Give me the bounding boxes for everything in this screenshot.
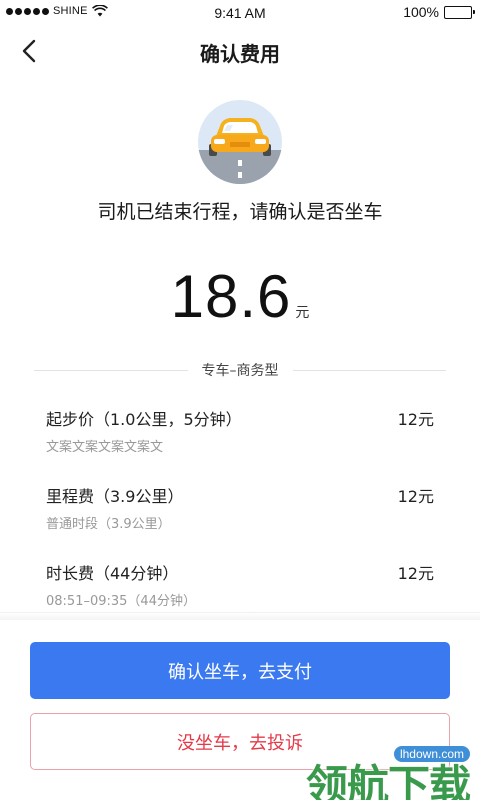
divider-line-right (292, 369, 446, 371)
car-icon (198, 118, 282, 184)
battery-percent: 100% (403, 4, 439, 20)
fee-amount: 12元 (397, 410, 434, 429)
service-type-label: 专车–商务型 (201, 363, 279, 379)
trip-ended-message: 司机已结束行程，请确认是否坐车 (97, 201, 383, 223)
fee-item-base: 起步价（1.0公里，5分钟） 12元 文案文案文案文案文 (46, 406, 434, 483)
car-avatar (198, 100, 282, 184)
divider-line-left (34, 369, 188, 371)
watermark-logo: 领航下载 (305, 761, 471, 800)
confirm-pay-button[interactable]: 确认坐车，去支付 (30, 642, 450, 699)
fee-desc: 文案文案文案文案文 (46, 440, 164, 455)
fee-list: 起步价（1.0公里，5分钟） 12元 文案文案文案文案文 里程费（3.9公里） … (46, 406, 434, 637)
service-type-divider: 专车–商务型 (34, 360, 446, 380)
status-bar: SHINE 9:41 AM 100% (0, 0, 480, 26)
fee-desc: 08:51–09:35（44分钟） (46, 594, 196, 609)
fare-total: 18.6 元 (0, 262, 480, 331)
fee-name: 时长费（44分钟） (46, 564, 179, 583)
fee-name: 里程费（3.9公里） (46, 487, 184, 506)
status-right: 100% (403, 4, 475, 20)
bottom-panel-divider (0, 612, 480, 620)
battery-icon (444, 5, 475, 19)
nav-bar: 确认费用 (0, 26, 480, 76)
fee-item-duration: 时长费（44分钟） 12元 08:51–09:35（44分钟） (46, 560, 434, 637)
fare-unit: 元 (295, 305, 310, 321)
fee-item-distance: 里程费（3.9公里） 12元 普通时段（3.9公里） (46, 483, 434, 560)
fee-name: 起步价（1.0公里，5分钟） (46, 410, 242, 429)
fee-desc: 普通时段（3.9公里） (46, 517, 171, 532)
page-title: 确认费用 (200, 42, 280, 66)
fee-amount: 12元 (397, 564, 434, 583)
fare-amount: 18.6 (170, 263, 292, 330)
fee-amount: 12元 (397, 487, 434, 506)
